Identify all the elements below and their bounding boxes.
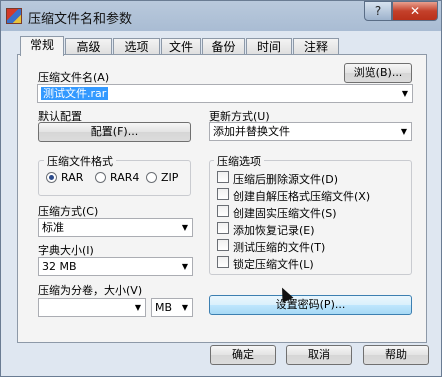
format-zip-radio[interactable] bbox=[146, 172, 157, 183]
create-sfx-label[interactable]: 创建自解压格式压缩文件(X) bbox=[233, 188, 370, 204]
chevron-down-icon[interactable]: ▼ bbox=[402, 85, 408, 102]
format-rar-radio[interactable] bbox=[46, 172, 57, 183]
chevron-down-icon[interactable]: ▼ bbox=[135, 299, 141, 316]
delete-after-archiving-label[interactable]: 压缩后删除源文件(D) bbox=[233, 171, 338, 187]
help-button[interactable]: 帮助 bbox=[363, 345, 429, 365]
split-volumes-label: 压缩为分卷，大小(V) bbox=[38, 284, 143, 297]
set-password-button[interactable]: 设置密码(P)... bbox=[209, 295, 412, 315]
chevron-down-icon[interactable]: ▼ bbox=[401, 123, 407, 140]
tab-advanced[interactable]: 高级 bbox=[65, 38, 112, 55]
lock-archive-label[interactable]: 锁定压缩文件(L) bbox=[233, 256, 314, 272]
window-title: 压缩文件名和参数 bbox=[28, 12, 133, 27]
compression-method-label: 压缩方式(C) bbox=[38, 205, 99, 218]
archive-name-label: 压缩文件名(A) bbox=[38, 71, 110, 84]
compression-method-select[interactable]: 标准 ▼ bbox=[38, 218, 193, 237]
dictionary-size-select[interactable]: 32 MB ▼ bbox=[38, 257, 193, 276]
update-mode-value: 添加并替换文件 bbox=[213, 125, 290, 138]
dialog-window: 压缩文件名和参数 ? ✕ 常规 高级 选项 文件 备份 时间 注释 压缩文件名(… bbox=[0, 0, 442, 377]
dictionary-size-label: 字典大小(I) bbox=[38, 244, 94, 257]
dictionary-size-value: 32 MB bbox=[42, 260, 77, 273]
archive-format-group-title: 压缩文件格式 bbox=[44, 153, 116, 169]
browse-button[interactable]: 浏览(B)... bbox=[344, 63, 412, 83]
delete-after-archiving-checkbox[interactable] bbox=[217, 171, 229, 183]
test-archived-files-label[interactable]: 测试压缩的文件(T) bbox=[233, 239, 325, 255]
add-recovery-record-checkbox[interactable] bbox=[217, 222, 229, 234]
tab-comment[interactable]: 注释 bbox=[293, 38, 339, 55]
title-bar[interactable]: 压缩文件名和参数 ? ✕ bbox=[1, 1, 441, 31]
split-size-input[interactable]: ▼ bbox=[38, 298, 146, 317]
close-button[interactable]: ✕ bbox=[392, 1, 438, 21]
chevron-down-icon[interactable]: ▼ bbox=[182, 258, 188, 275]
winrar-icon bbox=[6, 8, 22, 24]
archiving-options-group-title: 压缩选项 bbox=[214, 153, 264, 169]
archive-name-input[interactable]: 测试文件.rar ▼ bbox=[37, 84, 413, 103]
cancel-button[interactable]: 取消 bbox=[286, 345, 352, 365]
lock-archive-checkbox[interactable] bbox=[217, 256, 229, 268]
add-recovery-record-label[interactable]: 添加恢复记录(E) bbox=[233, 222, 315, 238]
split-unit-select[interactable]: MB ▼ bbox=[151, 298, 193, 317]
chevron-down-icon[interactable]: ▼ bbox=[182, 219, 188, 236]
tab-time[interactable]: 时间 bbox=[246, 38, 292, 55]
create-solid-checkbox[interactable] bbox=[217, 205, 229, 217]
format-rar4-radio[interactable] bbox=[95, 172, 106, 183]
create-sfx-checkbox[interactable] bbox=[217, 188, 229, 200]
ok-button[interactable]: 确定 bbox=[210, 345, 276, 365]
chevron-down-icon[interactable]: ▼ bbox=[182, 299, 188, 316]
split-unit-value: MB bbox=[155, 301, 173, 314]
help-caption-button[interactable]: ? bbox=[364, 1, 392, 21]
format-rar4-label[interactable]: RAR4 bbox=[110, 171, 139, 184]
format-rar-label[interactable]: RAR bbox=[61, 171, 83, 184]
compression-method-value: 标准 bbox=[42, 221, 64, 234]
format-zip-label[interactable]: ZIP bbox=[161, 171, 178, 184]
tab-options[interactable]: 选项 bbox=[113, 38, 160, 55]
archive-name-value: 测试文件.rar bbox=[41, 87, 109, 100]
update-mode-select[interactable]: 添加并替换文件 ▼ bbox=[209, 122, 412, 141]
tab-backup[interactable]: 备份 bbox=[202, 38, 245, 55]
profiles-button[interactable]: 配置(F)... bbox=[38, 122, 191, 142]
create-solid-label[interactable]: 创建固实压缩文件(S) bbox=[233, 205, 337, 221]
tab-general[interactable]: 常规 bbox=[20, 36, 64, 56]
test-archived-files-checkbox[interactable] bbox=[217, 239, 229, 251]
tab-files[interactable]: 文件 bbox=[161, 38, 201, 55]
